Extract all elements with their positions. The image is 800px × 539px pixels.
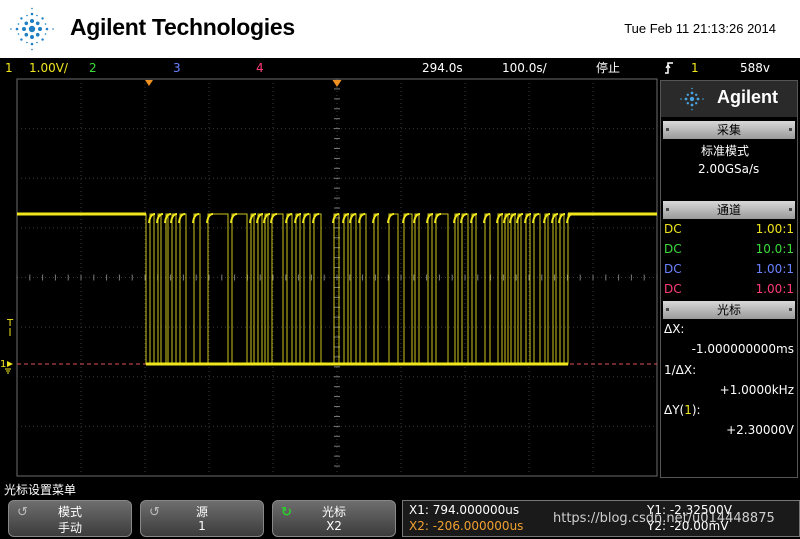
delta-x-label: ΔX: <box>664 322 685 336</box>
date-time: Tue Feb 11 21:13:26 2014 <box>624 21 776 36</box>
mode-softkey-label: 模式 <box>57 505 82 519</box>
agilent-spark-small-icon <box>680 87 704 111</box>
channels-section-title: 通道 <box>663 201 795 219</box>
acquisition-mode: 标准模式 <box>701 144 750 158</box>
delta-x-value: -1.000000000ms <box>691 342 794 356</box>
sample-rate: 2.00GSa/s <box>698 162 760 176</box>
mode-softkey[interactable]: ↺ 模式 手动 <box>8 500 132 537</box>
channel-row-2: DC 10.0:1 <box>664 239 794 259</box>
status-bar: 1 1.00V/ 2 3 4 294.0s 100.0s/ 停止 1 588v <box>0 58 800 78</box>
trigger-edge-icon <box>664 58 674 78</box>
channel-row-1: DC 1.00:1 <box>664 219 794 239</box>
agilent-spark-logo-icon <box>10 7 54 51</box>
cursor-softkey[interactable]: ↻ 光标 X2 <box>272 500 396 537</box>
inverse-delta-x-label: 1/ΔX: <box>664 363 697 377</box>
ch3-probe: 1.00:1 <box>755 262 794 276</box>
ch4-coupling: DC <box>664 282 682 296</box>
channel-row-4: DC 1.00:1 <box>664 279 794 299</box>
side-panel: Agilent 采集 标准模式 2.00GSa/s 通道 DC 1.00:1 D… <box>660 80 798 478</box>
url-watermark: https://blog.csdn.net/u014448875 <box>553 511 775 526</box>
inverse-delta-x-value: +1.0000kHz <box>719 383 794 397</box>
header-bar: Agilent Technologies Tue Feb 11 21:13:26… <box>0 0 800 58</box>
ch4-probe: 1.00:1 <box>755 282 794 296</box>
ch1-number[interactable]: 1 <box>5 58 13 78</box>
ch1-ground-marker: 1 <box>0 359 6 370</box>
ch2-coupling: DC <box>664 242 682 256</box>
ch1-scale[interactable]: 1.00V/ <box>29 58 68 78</box>
delta-y-label: ΔY(1): <box>664 403 701 417</box>
source-softkey-label: 源 <box>195 505 208 519</box>
delta-y-channel: 1 <box>684 403 692 417</box>
time-delay[interactable]: 294.0s <box>422 58 463 78</box>
brand-name: Agilent Technologies <box>70 14 295 40</box>
cursor-softkey-label: 光标 <box>321 505 346 519</box>
cursor-x2-readout: X2: -206.000000us <box>409 519 524 533</box>
menu-title: 光标设置菜单 <box>4 483 77 497</box>
panel-logo: Agilent <box>661 81 797 117</box>
waveform-display[interactable]: T 1 <box>0 78 658 478</box>
mode-softkey-value: 手动 <box>57 521 82 535</box>
ch2-number[interactable]: 2 <box>89 58 97 78</box>
delta-y-value: +2.30000V <box>726 423 794 437</box>
trigger-source[interactable]: 1 <box>691 58 699 78</box>
ch1-coupling: DC <box>664 222 682 236</box>
cursor-x1-readout: X1: 794.000000us <box>409 503 520 517</box>
ch4-number[interactable]: 4 <box>256 58 264 78</box>
trigger-level[interactable]: 588v <box>740 58 770 78</box>
time-scale[interactable]: 100.0s/ <box>502 58 547 78</box>
ch2-probe: 10.0:1 <box>755 242 794 256</box>
trigger-level-marker: T <box>6 318 14 329</box>
ch3-coupling: DC <box>664 262 682 276</box>
ch1-probe: 1.00:1 <box>755 222 794 236</box>
run-state: 停止 <box>596 61 621 75</box>
source-softkey-value: 1 <box>198 519 206 533</box>
ch3-number[interactable]: 3 <box>173 58 181 78</box>
channel-row-3: DC 1.00:1 <box>664 259 794 279</box>
acquisition-section-title: 采集 <box>663 121 795 139</box>
cursor-softkey-value: X2 <box>326 519 342 533</box>
panel-brand: Agilent <box>717 87 778 107</box>
source-softkey[interactable]: ↺ 源 1 <box>140 500 264 537</box>
cursors-section-title: 光标 <box>663 301 795 319</box>
